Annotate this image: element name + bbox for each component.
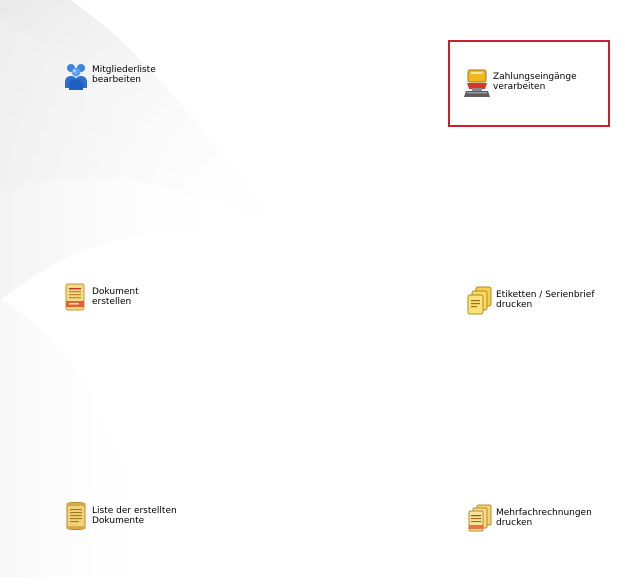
tile-label-line2: bearbeiten [92, 75, 141, 85]
tile-liste-der-erstellten-dokumente[interactable]: Liste der erstellten Dokumente [63, 501, 177, 531]
tile-label-line1: Mitgliederliste [92, 65, 156, 75]
tile-label-line1: Zahlungseingänge [493, 72, 577, 82]
tile-label: Liste der erstellten Dokumente [92, 506, 177, 526]
document-list-icon [63, 501, 89, 531]
tile-label-line1: Liste der erstellten [92, 506, 177, 516]
tile-zahlungseingaenge-verarbeiten[interactable]: Zahlungseingänge verarbeiten [464, 67, 577, 97]
tile-label: Mehrfachrechnungen drucken [496, 508, 592, 528]
tile-label: Dokument erstellen [92, 287, 139, 307]
tile-mitgliederliste-bearbeiten[interactable]: Mitgliederliste bearbeiten [63, 60, 156, 90]
labels-serial-letter-icon [467, 285, 493, 315]
tile-label-line2: drucken [496, 300, 533, 310]
tile-dokument-erstellen[interactable]: Dokument erstellen [63, 282, 139, 312]
tile-label-line1: Dokument [92, 287, 139, 297]
tile-label: Mitgliederliste bearbeiten [92, 65, 156, 85]
tile-label-line2: verarbeiten [493, 82, 546, 92]
payment-stamp-icon [464, 67, 490, 97]
document-create-icon [63, 282, 89, 312]
tile-label-line2: drucken [496, 518, 533, 528]
tile-label-line2: Dokumente [92, 516, 145, 526]
users-group-icon [63, 60, 89, 90]
tile-mehrfachrechnungen-drucken[interactable]: Mehrfachrechnungen drucken [467, 503, 592, 533]
tile-label-line2: erstellen [92, 297, 132, 307]
tile-label: Zahlungseingänge verarbeiten [493, 72, 577, 92]
tile-label-line1: Etiketten / Serienbrief [496, 290, 595, 300]
tile-etiketten-serienbrief-drucken[interactable]: Etiketten / Serienbrief drucken [467, 285, 595, 315]
tile-label-line1: Mehrfachrechnungen [496, 508, 592, 518]
multi-invoice-icon [467, 503, 493, 533]
tile-label: Etiketten / Serienbrief drucken [496, 290, 595, 310]
